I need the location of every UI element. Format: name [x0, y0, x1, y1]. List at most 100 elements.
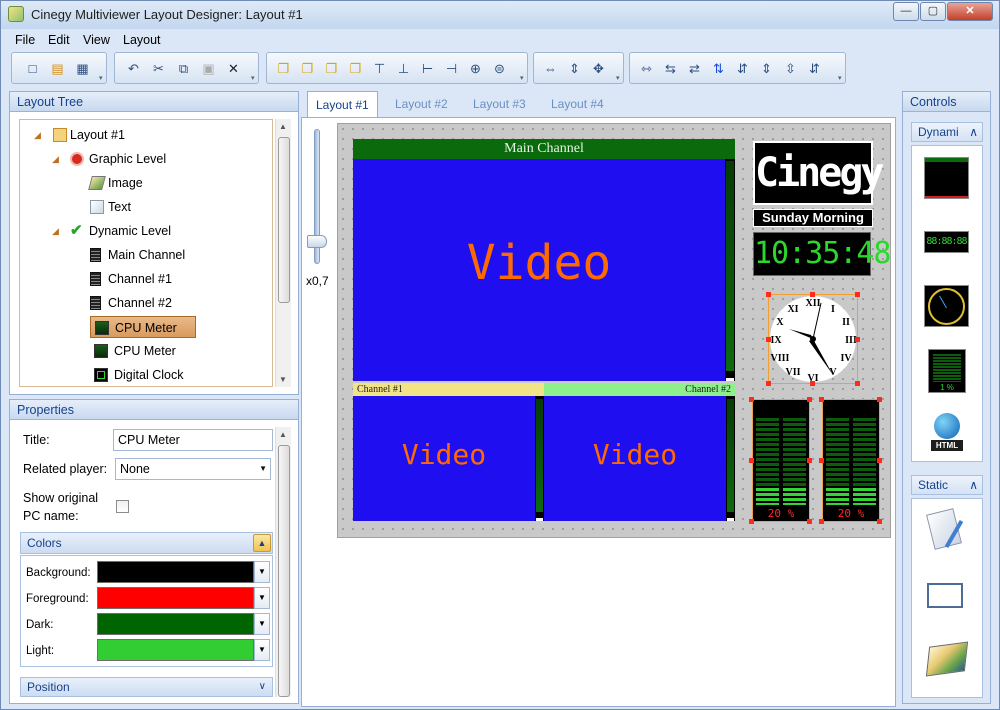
delete-icon[interactable]: ✕: [223, 58, 244, 79]
resize-handle[interactable]: [766, 337, 771, 342]
menu-file[interactable]: File: [15, 33, 35, 47]
resize-handle[interactable]: [819, 519, 824, 524]
resize-handle[interactable]: [855, 292, 860, 297]
toolbar-grip[interactable]: ▾: [838, 75, 844, 82]
align-bottom-icon[interactable]: ⊥: [393, 58, 414, 79]
tree-item-graphic-level[interactable]: ◢ Graphic Level: [20, 148, 270, 170]
tab-layout-4[interactable]: Layout #4: [543, 91, 612, 117]
static-group-header[interactable]: Static ∧: [911, 475, 983, 495]
remove-hspacing-icon[interactable]: ⇅: [708, 58, 729, 79]
resize-handle[interactable]: [855, 381, 860, 386]
tree-item-main-channel[interactable]: Main Channel: [20, 244, 270, 266]
align-right-icon[interactable]: ⊣: [441, 58, 462, 79]
digital-clock[interactable]: 10:35:48: [753, 232, 892, 276]
resize-handle[interactable]: [807, 519, 812, 524]
html-control-icon[interactable]: HTML: [929, 413, 965, 453]
zoom-slider-thumb[interactable]: [307, 235, 327, 248]
send-to-back-icon[interactable]: ❐: [345, 58, 366, 79]
dark-color-swatch[interactable]: [97, 613, 254, 635]
caption-text[interactable]: Sunday Morning: [753, 209, 873, 227]
paste-icon[interactable]: ▣: [198, 58, 219, 79]
scroll-up-icon[interactable]: ▲: [279, 430, 287, 439]
align-middle-icon[interactable]: ⊜: [489, 58, 510, 79]
toolbar-grip[interactable]: ▾: [520, 75, 526, 82]
scroll-up-icon[interactable]: ▲: [279, 122, 287, 131]
main-channel-video[interactable]: Video: [353, 159, 725, 381]
tree-item-layout-1[interactable]: ◢ Layout #1: [20, 124, 270, 146]
toolbar-grip[interactable]: ▾: [99, 75, 105, 82]
collapse-icon[interactable]: ∧: [969, 123, 978, 141]
open-folder-icon[interactable]: ▤: [47, 58, 68, 79]
align-top-icon[interactable]: ⊤: [369, 58, 390, 79]
text-control-icon[interactable]: [926, 508, 966, 553]
expand-icon[interactable]: ∨: [259, 678, 266, 696]
tree-item-text[interactable]: Text: [20, 196, 270, 218]
resize-handle[interactable]: [819, 458, 824, 463]
cpu-meter-1[interactable]: 20 %: [752, 399, 810, 522]
resize-handle[interactable]: [810, 292, 815, 297]
resize-handle[interactable]: [819, 397, 824, 402]
rectangle-control-icon[interactable]: [927, 583, 963, 608]
close-button[interactable]: ✕: [947, 2, 993, 21]
chevron-down-icon[interactable]: ▼: [254, 587, 270, 609]
toolbar-grip[interactable]: ▾: [616, 75, 622, 82]
cut-icon[interactable]: ✂: [148, 58, 169, 79]
resize-handle[interactable]: [807, 397, 812, 402]
tab-layout-3[interactable]: Layout #3: [465, 91, 534, 117]
chevron-down-icon[interactable]: ▼: [254, 613, 270, 635]
tree-item-channel-2[interactable]: Channel #2: [20, 292, 270, 314]
same-height-icon[interactable]: ⇕: [564, 58, 585, 79]
cpu-meter-2[interactable]: 20 %: [822, 399, 880, 522]
maximize-button[interactable]: ▢: [920, 2, 946, 21]
scrollbar-thumb[interactable]: [278, 137, 290, 303]
tree-item-dynamic-level[interactable]: ◢ ✔ Dynamic Level: [20, 220, 270, 242]
new-icon[interactable]: □: [22, 58, 43, 79]
background-color-swatch[interactable]: [97, 561, 254, 583]
horizontal-spacing-icon[interactable]: ⇿: [636, 58, 657, 79]
channel-1-video[interactable]: Video: [353, 396, 535, 521]
resize-handle[interactable]: [877, 458, 882, 463]
chevron-down-icon[interactable]: ▼: [254, 639, 270, 661]
chevron-down-icon[interactable]: ▼: [254, 561, 270, 583]
bring-to-front-icon[interactable]: ❐: [273, 58, 294, 79]
resize-handle[interactable]: [749, 397, 754, 402]
send-backward-icon[interactable]: ❐: [321, 58, 342, 79]
expand-icon[interactable]: ◢: [52, 220, 59, 242]
expand-icon[interactable]: ◢: [52, 148, 59, 170]
toolbar-grip[interactable]: ▾: [251, 75, 257, 82]
decrease-hspacing-icon[interactable]: ⇄: [684, 58, 705, 79]
increase-hspacing-icon[interactable]: ⇆: [660, 58, 681, 79]
scroll-down-icon[interactable]: ▼: [279, 375, 287, 384]
foreground-color-swatch[interactable]: [97, 587, 254, 609]
resize-handle[interactable]: [807, 458, 812, 463]
minimize-button[interactable]: —: [893, 2, 919, 21]
resize-handle[interactable]: [749, 519, 754, 524]
properties-scrollbar[interactable]: ▲: [275, 427, 291, 697]
resize-handle[interactable]: [766, 292, 771, 297]
tree-item-image[interactable]: Image: [20, 172, 270, 194]
scrollbar-thumb[interactable]: [278, 445, 290, 697]
tree-item-cpu-meter[interactable]: CPU Meter: [20, 340, 270, 362]
title-input[interactable]: CPU Meter: [113, 429, 273, 451]
dynamic-group-header[interactable]: Dynami ∧: [911, 122, 983, 142]
tab-layout-2[interactable]: Layout #2: [387, 91, 456, 117]
cinegy-logo-image[interactable]: Cinegy: [753, 141, 885, 205]
analog-clock-control-icon[interactable]: [924, 285, 969, 327]
save-icon[interactable]: ▦: [72, 58, 93, 79]
light-color-swatch[interactable]: [97, 639, 254, 661]
resize-handle[interactable]: [877, 397, 882, 402]
expand-icon[interactable]: ◢: [34, 124, 41, 146]
decrease-vspacing-icon[interactable]: ⇳: [780, 58, 801, 79]
collapse-icon[interactable]: ∧: [969, 476, 978, 494]
resize-handle[interactable]: [810, 381, 815, 386]
digital-clock-control-icon[interactable]: 88:88:88: [924, 231, 969, 253]
remove-vspacing-icon[interactable]: ⇵: [804, 58, 825, 79]
analog-clock-selection[interactable]: XII I II III IV V VI VII VIII IX X XI: [768, 294, 858, 384]
copy-icon[interactable]: ⧉: [173, 58, 194, 79]
show-pc-name-checkbox[interactable]: [116, 500, 129, 513]
resize-handle[interactable]: [766, 381, 771, 386]
cpu-meter-control-icon[interactable]: 1 %: [928, 349, 966, 393]
resize-handle[interactable]: [749, 458, 754, 463]
tree-item-digital-clock[interactable]: Digital Clock: [20, 364, 270, 386]
menu-view[interactable]: View: [83, 33, 110, 47]
